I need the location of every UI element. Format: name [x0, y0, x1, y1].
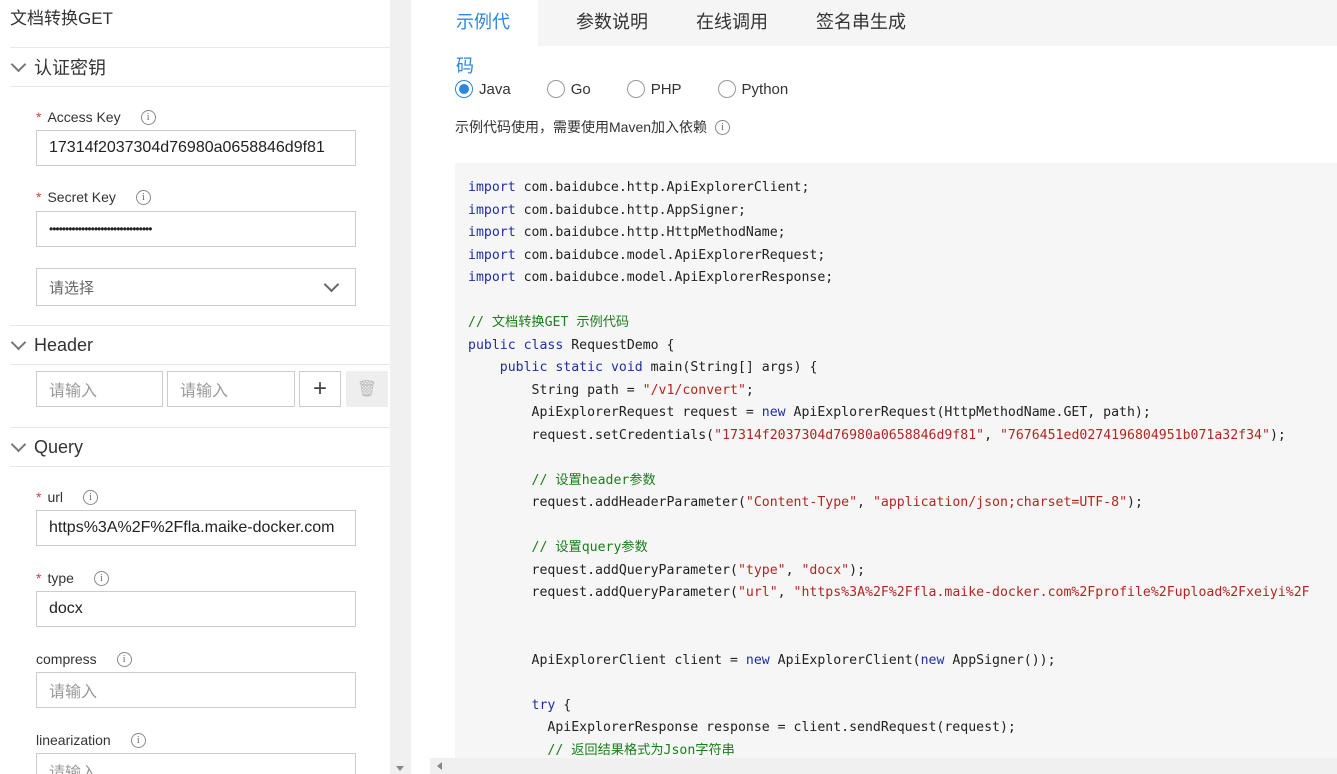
info-icon[interactable]: i [130, 732, 146, 748]
radio-java[interactable]: Java [455, 80, 511, 98]
vertical-scrollbar[interactable] [390, 0, 411, 774]
header-key-input[interactable]: 请输入 [36, 371, 163, 407]
left-panel: 文档转换GET 认证密钥 * Access Key i 17314f203730… [0, 0, 390, 774]
linearization-label: linearization i [36, 732, 146, 748]
chevron-down-icon [10, 334, 27, 350]
tab-sample-code[interactable]: 示例代码 [430, 0, 538, 76]
chevron-down-icon [323, 276, 340, 292]
compress-input[interactable]: 请输入 [36, 672, 356, 708]
delete-icon[interactable]: 🗑 [346, 371, 388, 407]
access-key-input[interactable]: 17314f2037304d76980a0658846d9f81 [36, 130, 356, 166]
tab-online-call[interactable]: 在线调用 [670, 0, 794, 46]
code-block: import com.baidubce.http.ApiExplorerClie… [455, 163, 1337, 758]
compress-label: compress i [36, 651, 132, 667]
radio-go[interactable]: Go [546, 80, 591, 98]
chevron-down-icon [10, 436, 27, 452]
secret-key-label: * Secret Key i [36, 189, 151, 205]
url-label: * url i [36, 489, 99, 505]
auth-section-header[interactable]: 认证密钥 [10, 47, 390, 87]
chevron-down-icon [10, 56, 27, 72]
header-value-input[interactable]: 请输入 [167, 371, 295, 407]
tab-bar: 示例代码 参数说明 在线调用 签名串生成 [430, 0, 1337, 76]
radio-php[interactable]: PHP [626, 80, 682, 98]
info-icon[interactable]: i [93, 570, 109, 586]
horizontal-scrollbar[interactable] [430, 758, 1337, 774]
scroll-down-icon[interactable] [396, 766, 404, 771]
info-icon[interactable]: i [140, 109, 156, 125]
query-section-header[interactable]: Query [10, 427, 390, 467]
tab-params[interactable]: 参数说明 [550, 0, 674, 46]
header-section-header[interactable]: Header [10, 325, 390, 365]
auth-section-label: 认证密钥 [34, 58, 106, 78]
type-label: * type i [36, 570, 109, 586]
secret-key-input[interactable]: •••••••••••••••••••••••••••••••• [36, 211, 356, 247]
right-panel: 示例代码 参数说明 在线调用 签名串生成 Java Go PHP Python … [430, 0, 1337, 774]
language-radio-group: Java Go PHP Python [455, 80, 824, 98]
info-icon[interactable]: i [715, 119, 731, 135]
radio-python[interactable]: Python [717, 80, 788, 98]
maven-hint: 示例代码使用，需要使用Maven加入依赖 i [455, 117, 731, 137]
info-icon[interactable]: i [116, 651, 132, 667]
linearization-input[interactable]: 请输入 [36, 753, 356, 774]
tab-signature[interactable]: 签名串生成 [790, 0, 932, 46]
url-input[interactable]: https%3A%2F%2Ffla.maike-docker.com [36, 510, 356, 546]
info-icon[interactable]: i [83, 489, 99, 505]
type-input[interactable]: docx [36, 591, 356, 627]
access-key-label: * Access Key i [36, 109, 156, 125]
info-icon[interactable]: i [135, 189, 151, 205]
region-select[interactable]: 请选择 [36, 268, 356, 306]
scroll-left-icon[interactable] [437, 762, 442, 770]
header-section-label: Header [34, 334, 94, 355]
query-section-label: Query [34, 436, 84, 457]
add-header-button[interactable]: + [299, 371, 341, 407]
page-title: 文档转换GET [10, 9, 113, 28]
